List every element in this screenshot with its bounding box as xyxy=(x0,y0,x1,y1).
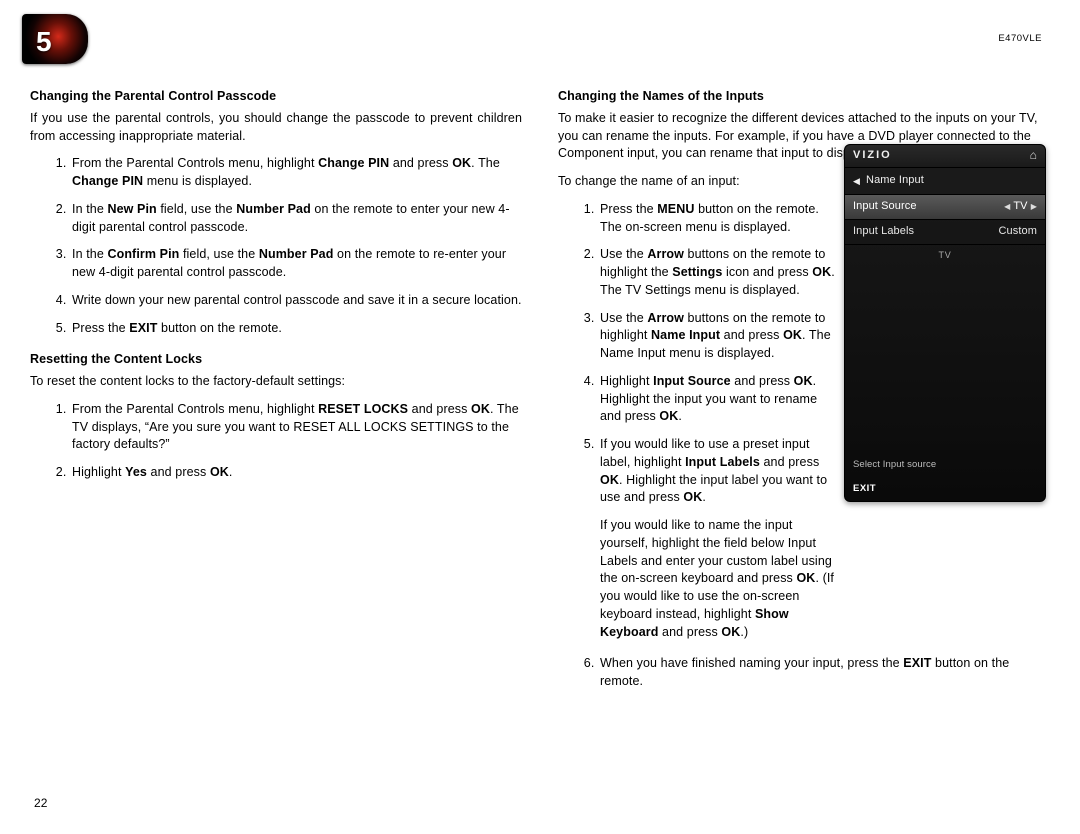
list-item: Highlight Yes and press OK. xyxy=(70,464,522,482)
osd-exit-label: EXIT xyxy=(853,482,876,495)
osd-breadcrumb: ◀ Name Input xyxy=(845,168,1045,195)
list-item: Use the Arrow buttons on the remote to h… xyxy=(598,246,838,299)
list-item: When you have finished naming your input… xyxy=(598,655,1050,691)
heading-reset-locks: Resetting the Content Locks xyxy=(30,351,522,369)
list-item-text: If you would like to use a preset input … xyxy=(600,437,827,504)
osd-row-value: Custom xyxy=(999,224,1038,240)
home-icon: ⌂ xyxy=(1030,147,1037,164)
osd-hint: Select Input source xyxy=(853,458,936,471)
list-item: Use the Arrow buttons on the remote to h… xyxy=(598,310,838,363)
list-item: Press the EXIT button on the remote. xyxy=(70,320,522,338)
heading-change-input-names: Changing the Names of the Inputs xyxy=(558,88,1050,106)
osd-section-title: TV xyxy=(845,245,1045,264)
steps-reset-locks: From the Parental Controls menu, highlig… xyxy=(30,401,522,482)
steps-rename-input: Press the MENU button on the remote. The… xyxy=(558,201,838,642)
heading-change-passcode: Changing the Parental Control Passcode xyxy=(30,88,522,106)
osd-row-label: Input Source xyxy=(853,199,917,215)
list-item: Highlight Input Source and press OK. Hig… xyxy=(598,373,838,426)
list-item-cont: If you would like to name the input your… xyxy=(600,517,838,641)
steps-change-passcode: From the Parental Controls menu, highlig… xyxy=(30,155,522,337)
osd-row-input-labels: Input Labels Custom xyxy=(845,220,1045,245)
osd-row-value: ◀ TV ▶ xyxy=(1004,199,1037,215)
left-column: Changing the Parental Control Passcode I… xyxy=(30,88,522,705)
paragraph: If you use the parental controls, you sh… xyxy=(30,110,522,146)
osd-row-input-source: Input Source ◀ TV ▶ xyxy=(845,195,1045,220)
osd-breadcrumb-label: Name Input xyxy=(866,173,924,189)
osd-screenshot: VIZIO ⌂ ◀ Name Input Input Source ◀ TV ▶… xyxy=(844,144,1046,502)
chapter-badge: 5 xyxy=(22,14,88,64)
back-arrow-icon: ◀ xyxy=(853,175,860,188)
list-item: In the New Pin field, use the Number Pad… xyxy=(70,201,522,237)
list-item: If you would like to use a preset input … xyxy=(598,436,838,641)
list-item: From the Parental Controls menu, highlig… xyxy=(70,155,522,191)
model-label: E470VLE xyxy=(998,32,1042,45)
paragraph: To reset the content locks to the factor… xyxy=(30,373,522,391)
right-column: Changing the Names of the Inputs To make… xyxy=(558,88,1050,705)
chapter-number: 5 xyxy=(36,22,52,62)
list-item: From the Parental Controls menu, highlig… xyxy=(70,401,522,454)
osd-row-label: Input Labels xyxy=(853,224,914,240)
osd-titlebar: VIZIO ⌂ xyxy=(845,145,1045,168)
list-item: In the Confirm Pin field, use the Number… xyxy=(70,246,522,282)
page-number: 22 xyxy=(34,795,48,812)
list-item: Press the MENU button on the remote. The… xyxy=(598,201,838,237)
osd-logo: VIZIO xyxy=(853,148,892,164)
steps-rename-input-cont: When you have finished naming your input… xyxy=(558,655,1050,691)
list-item: Write down your new parental control pas… xyxy=(70,292,522,310)
